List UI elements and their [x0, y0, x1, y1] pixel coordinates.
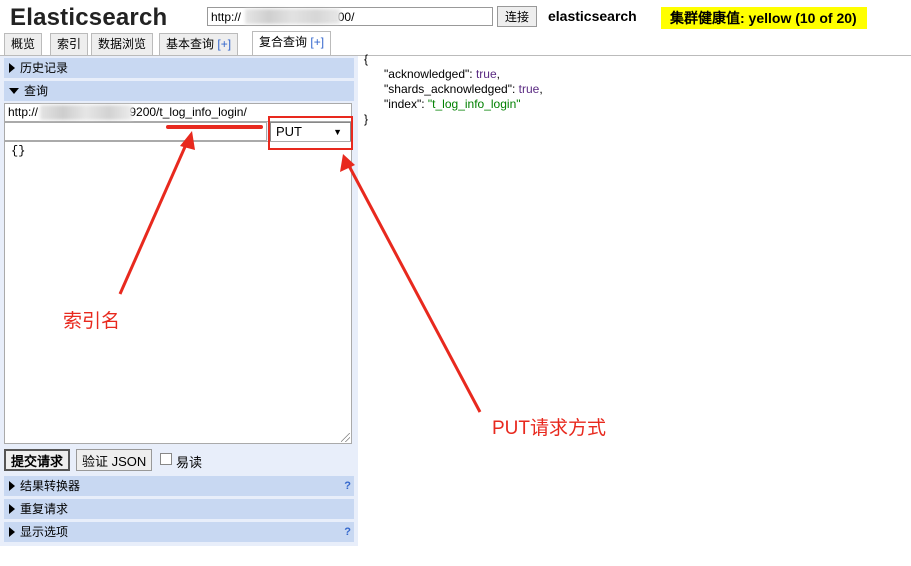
- annotation-put-method: PUT请求方式: [492, 418, 607, 439]
- index-arrow-head-icon: [180, 131, 195, 150]
- annotation-arrows: [118, 131, 482, 413]
- put-arrow-head-icon: [340, 154, 355, 172]
- annotation-index-name: 索引名: [63, 311, 121, 332]
- index-arrow-line: [118, 139, 190, 295]
- put-arrow-line: [346, 163, 482, 413]
